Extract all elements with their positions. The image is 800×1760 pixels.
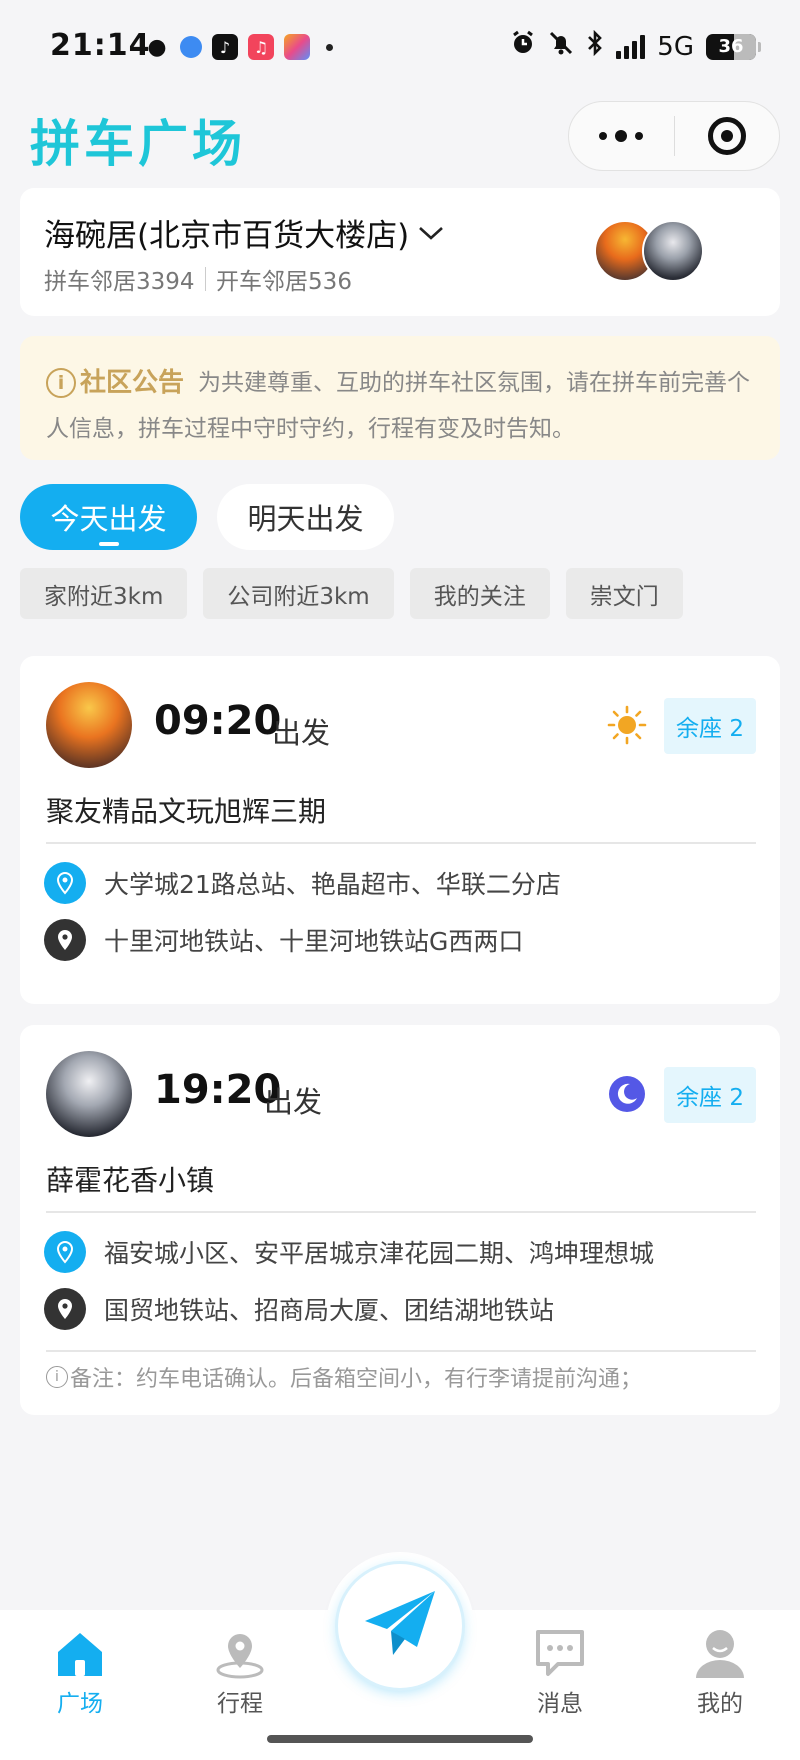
nav-trips[interactable]: 行程 <box>185 1620 295 1718</box>
qq-icon: ● <box>147 34 167 60</box>
end-pin-icon <box>44 919 86 961</box>
nav-profile-label: 我的 <box>697 1691 743 1717</box>
more-notifications-dot <box>326 43 333 51</box>
filter-chips: 家附近3km 公司附近3km 我的关注 崇文门 <box>20 568 683 619</box>
trip-card[interactable]: 09:20 出发 余座 2 聚友精品文玩旭辉三期 大学城21路总站、艳晶超市、华… <box>20 656 780 1004</box>
page-title: 拼车广场 <box>30 115 246 173</box>
community-notice: i 社区公告 为共建尊重、互助的拼车社区氛围，请在拼车前完善个人信息，拼车过程中… <box>20 336 780 460</box>
trip-start-text: 福安城小区、安平居城京津花园二期、鸿坤理想城 <box>104 1239 655 1268</box>
trip-end-text: 十里河地铁站、十里河地铁站G西两口 <box>104 927 524 956</box>
publish-trip-button[interactable] <box>338 1564 462 1688</box>
network-type: 5G <box>657 31 694 62</box>
trip-name: 薛霍花香小镇 <box>46 1164 215 1197</box>
avatar <box>642 220 704 282</box>
neighbor-avatars[interactable] <box>594 220 704 282</box>
user-icon <box>690 1620 750 1680</box>
end-pin-icon <box>44 1288 86 1330</box>
nav-plaza-label: 广场 <box>57 1691 103 1717</box>
signal-icon <box>616 34 646 59</box>
trip-card[interactable]: 19:20 出发 余座 2 薛霍花香小镇 福安城小区、安平居城京津花园二期、鸿坤… <box>20 1025 780 1415</box>
feather-app-icon <box>180 36 202 58</box>
trip-name: 聚友精品文玩旭辉三期 <box>46 795 327 828</box>
nav-plaza[interactable]: 广场 <box>25 1620 135 1718</box>
carpool-neighbors-count: 拼车邻居3394 <box>44 269 195 295</box>
notice-heading: 社区公告 <box>80 368 185 398</box>
trip-depart-label: 出发 <box>272 716 331 750</box>
music-icon: ♫ <box>248 34 274 60</box>
nav-trips-label: 行程 <box>217 1691 263 1717</box>
trip-remark-text: 备注：约车电话确认。后备箱空间小，有行李请提前沟通； <box>70 1367 643 1392</box>
status-time: 21:14 <box>50 28 151 63</box>
battery-icon: 36 <box>706 33 761 60</box>
community-card[interactable]: 海碗居(北京市百货大楼店) 拼车邻居3394 开车邻居536 <box>20 188 780 316</box>
trip-start: 福安城小区、安平居城京津花园二期、鸿坤理想城 <box>44 1231 654 1273</box>
seats-badge: 余座 2 <box>664 1067 756 1123</box>
home-indicator <box>267 1735 533 1743</box>
tab-tomorrow[interactable]: 明天出发 <box>217 484 394 550</box>
more-options-button[interactable] <box>569 130 674 142</box>
target-icon <box>707 117 746 155</box>
trip-time: 19:20 <box>154 1067 282 1113</box>
status-bar: 21:14 ● ♪ ♫ 5G 36 <box>0 0 800 96</box>
nav-profile[interactable]: 我的 <box>665 1620 775 1718</box>
filter-chongwenmen[interactable]: 崇文门 <box>565 568 683 619</box>
sun-icon <box>606 704 648 746</box>
seats-badge: 余座 2 <box>664 698 756 754</box>
photos-app-icon <box>284 34 310 60</box>
trip-end-text: 国贸地铁站、招商局大厦、团结湖地铁站 <box>104 1296 555 1325</box>
avatar <box>46 682 132 768</box>
driver-neighbors-count: 开车邻居536 <box>216 269 352 295</box>
alarm-icon <box>510 30 536 63</box>
info-icon: i <box>46 368 76 398</box>
miniapp-capsule <box>568 101 780 171</box>
nav-messages[interactable]: 消息 <box>505 1620 615 1718</box>
trip-depart-label: 出发 <box>264 1085 323 1119</box>
close-miniapp-button[interactable] <box>675 117 780 155</box>
trip-start-text: 大学城21路总站、艳晶超市、华联二分店 <box>104 870 561 899</box>
bluetooth-icon <box>586 29 604 63</box>
trip-time: 09:20 <box>154 698 282 744</box>
filter-following[interactable]: 我的关注 <box>409 568 550 619</box>
filter-home-nearby[interactable]: 家附近3km <box>20 568 188 619</box>
start-pin-icon <box>44 862 86 904</box>
location-icon <box>210 1620 270 1680</box>
moon-icon <box>606 1073 648 1115</box>
tiktok-icon: ♪ <box>212 34 238 60</box>
status-notification-icons: ● ♪ ♫ <box>144 34 333 60</box>
trip-end: 十里河地铁站、十里河地铁站G西两口 <box>44 919 523 961</box>
send-icon <box>361 1587 439 1665</box>
tab-today[interactable]: 今天出发 <box>20 484 197 550</box>
avatar <box>46 1051 132 1137</box>
community-selector[interactable]: 海碗居(北京市百货大楼店) <box>44 210 445 255</box>
home-icon <box>50 1620 110 1680</box>
mute-bell-icon <box>548 30 574 63</box>
info-icon: i <box>46 1366 68 1388</box>
nav-messages-label: 消息 <box>537 1691 583 1717</box>
trip-start: 大学城21路总站、艳晶超市、华联二分店 <box>44 862 561 904</box>
trip-end: 国贸地铁站、招商局大厦、团结湖地铁站 <box>44 1288 554 1330</box>
message-icon <box>530 1620 590 1680</box>
start-pin-icon <box>44 1231 86 1273</box>
trip-remark: i 备注：约车电话确认。后备箱空间小，有行李请提前沟通； <box>46 1361 642 1393</box>
chevron-down-icon <box>417 215 445 251</box>
community-name: 海碗居(北京市百货大楼店) <box>44 218 410 254</box>
filter-office-nearby[interactable]: 公司附近3km <box>203 568 394 619</box>
